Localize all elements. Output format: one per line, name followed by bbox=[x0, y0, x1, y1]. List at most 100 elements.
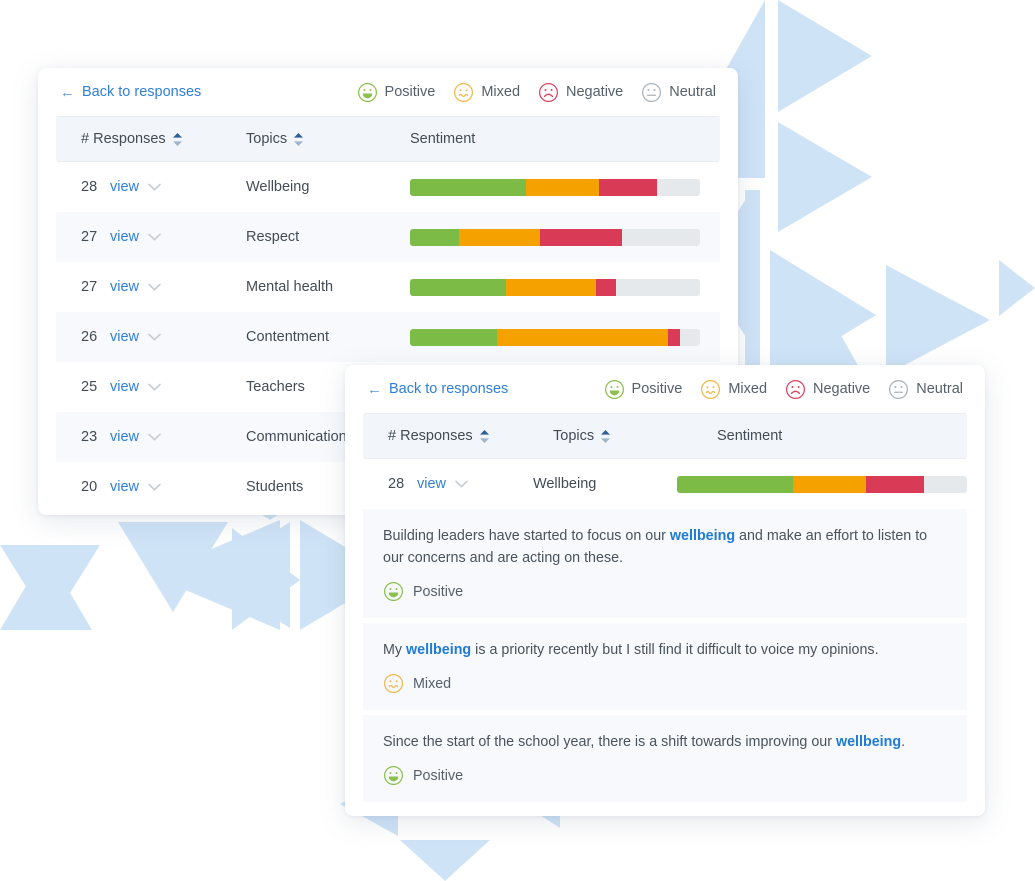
cell-sentiment bbox=[410, 278, 720, 296]
table-row[interactable]: 27 view Mental health bbox=[56, 262, 720, 312]
sentiment-segment-mixed bbox=[793, 475, 866, 493]
screenshot-root: ← Back to responses Positive Mixed Negat… bbox=[0, 0, 1035, 881]
cell-responses: 26 view bbox=[56, 329, 246, 345]
sort-toggle-icon[interactable] bbox=[294, 132, 304, 146]
topic-detail-card: ← Back to responses Positive Mixed Negat… bbox=[345, 365, 985, 816]
response-text: Since the start of the school year, ther… bbox=[383, 734, 906, 750]
sort-toggle-icon[interactable] bbox=[479, 429, 489, 443]
legend-item-negative[interactable]: Negative bbox=[785, 379, 870, 400]
neutral-face-icon bbox=[889, 379, 909, 399]
cell-topic: Respect bbox=[246, 229, 410, 245]
table-row[interactable]: 28 view Wellbeing bbox=[56, 162, 720, 212]
card-header: ← Back to responses Positive Mixed Negat… bbox=[38, 68, 738, 116]
topic-name: Teachers bbox=[246, 379, 305, 395]
cell-responses: 28 view bbox=[363, 476, 533, 492]
legend-item-mixed[interactable]: Mixed bbox=[453, 82, 520, 103]
expand-chevron-icon[interactable] bbox=[148, 233, 161, 241]
sentiment-legend: Positive Mixed Negative Neutral bbox=[357, 82, 716, 103]
table-row[interactable]: 28 view Wellbeing bbox=[363, 459, 967, 509]
view-link[interactable]: view bbox=[110, 329, 139, 345]
legend-item-neutral[interactable]: Neutral bbox=[888, 379, 963, 400]
legend-item-positive[interactable]: Positive bbox=[357, 82, 436, 103]
response-item[interactable]: My wellbeing is a priority recently but … bbox=[363, 623, 967, 715]
expand-chevron-icon[interactable] bbox=[148, 333, 161, 341]
cell-responses: 27 view bbox=[56, 279, 246, 295]
mixed-face-icon bbox=[454, 82, 474, 102]
response-count: 23 bbox=[81, 429, 98, 445]
legend-item-positive[interactable]: Positive bbox=[604, 379, 683, 400]
view-link[interactable]: view bbox=[417, 476, 446, 492]
response-count: 20 bbox=[81, 479, 98, 495]
response-item[interactable]: Building leaders have started to focus o… bbox=[363, 509, 967, 623]
response-count: 27 bbox=[81, 229, 98, 245]
expand-chevron-icon[interactable] bbox=[148, 283, 161, 291]
cell-responses: 20 view bbox=[56, 479, 246, 495]
legend-label-positive: Positive bbox=[384, 84, 436, 100]
column-header-responses[interactable]: # Responses bbox=[56, 131, 246, 147]
expand-chevron-icon[interactable] bbox=[148, 183, 161, 191]
column-header-responses[interactable]: # Responses bbox=[363, 428, 553, 444]
legend-label-neutral: Neutral bbox=[916, 381, 963, 397]
table-row[interactable]: 26 view Contentment bbox=[56, 312, 720, 362]
cell-responses: 25 view bbox=[56, 379, 246, 395]
sentiment-segment-negative bbox=[865, 475, 924, 493]
sentiment-segment-positive bbox=[410, 178, 526, 196]
legend-label-negative: Negative bbox=[566, 84, 624, 100]
expand-chevron-icon[interactable] bbox=[148, 383, 161, 391]
positive-face-icon bbox=[384, 582, 403, 601]
topic-highlight: wellbeing bbox=[669, 528, 736, 544]
topic-name: Mental health bbox=[246, 279, 334, 295]
column-header-sentiment-label: Sentiment bbox=[410, 131, 476, 147]
back-to-responses-link[interactable]: ← Back to responses bbox=[367, 381, 508, 397]
legend-item-neutral[interactable]: Neutral bbox=[641, 82, 716, 103]
view-link[interactable]: view bbox=[110, 179, 139, 195]
back-link-label: Back to responses bbox=[82, 84, 202, 100]
legend-item-mixed[interactable]: Mixed bbox=[700, 379, 767, 400]
column-header-topics[interactable]: Topics bbox=[553, 428, 717, 444]
cell-topic: Contentment bbox=[246, 329, 410, 345]
expand-chevron-icon[interactable] bbox=[148, 433, 161, 441]
cell-responses: 28 view bbox=[56, 179, 246, 195]
legend-label-mixed: Mixed bbox=[728, 381, 768, 397]
view-link[interactable]: view bbox=[110, 379, 139, 395]
sentiment-segment-mixed bbox=[497, 328, 669, 346]
response-sentiment: Mixed bbox=[383, 673, 947, 694]
table-row[interactable]: 27 view Respect bbox=[56, 212, 720, 262]
response-item[interactable]: Since the start of the school year, ther… bbox=[363, 715, 967, 807]
back-arrow-icon: ← bbox=[367, 380, 382, 398]
topic-name: Wellbeing bbox=[532, 476, 597, 492]
sentiment-segment-mixed bbox=[459, 228, 541, 246]
sentiment-segment-positive bbox=[410, 328, 497, 346]
column-header-topics[interactable]: Topics bbox=[246, 131, 410, 147]
topic-name: Communication bbox=[246, 429, 347, 445]
back-arrow-icon: ← bbox=[60, 83, 75, 101]
legend-item-negative[interactable]: Negative bbox=[538, 82, 623, 103]
response-sentiment: Positive bbox=[383, 581, 947, 602]
table-header-row: # Responses Topics Sentiment bbox=[363, 413, 967, 459]
sort-toggle-icon[interactable] bbox=[601, 429, 611, 443]
sentiment-segment-negative bbox=[598, 178, 657, 196]
response-count: 25 bbox=[81, 379, 98, 395]
cell-topic: Mental health bbox=[246, 279, 410, 295]
legend-label-positive: Positive bbox=[631, 381, 683, 397]
table-header-row: # Responses Topics Sentiment bbox=[56, 116, 720, 162]
positive-face-icon bbox=[604, 379, 624, 399]
view-link[interactable]: view bbox=[110, 429, 139, 445]
sort-toggle-icon[interactable] bbox=[172, 132, 182, 146]
back-to-responses-link[interactable]: ← Back to responses bbox=[60, 84, 201, 100]
legend-label-negative: Negative bbox=[813, 381, 871, 397]
positive-face-icon bbox=[384, 766, 403, 785]
cell-responses: 27 view bbox=[56, 229, 246, 245]
response-sentiment: Positive bbox=[383, 765, 947, 786]
view-link[interactable]: view bbox=[110, 229, 139, 245]
response-count: 28 bbox=[81, 179, 98, 195]
negative-face-icon bbox=[786, 379, 806, 399]
expand-chevron-icon[interactable] bbox=[455, 480, 468, 488]
sentiment-bar bbox=[410, 328, 700, 346]
mixed-face-icon bbox=[701, 379, 721, 399]
expand-chevron-icon[interactable] bbox=[148, 483, 161, 491]
response-text: Building leaders have started to focus o… bbox=[383, 528, 928, 566]
view-link[interactable]: view bbox=[110, 279, 139, 295]
column-header-sentiment: Sentiment bbox=[410, 131, 720, 147]
view-link[interactable]: view bbox=[110, 479, 139, 495]
